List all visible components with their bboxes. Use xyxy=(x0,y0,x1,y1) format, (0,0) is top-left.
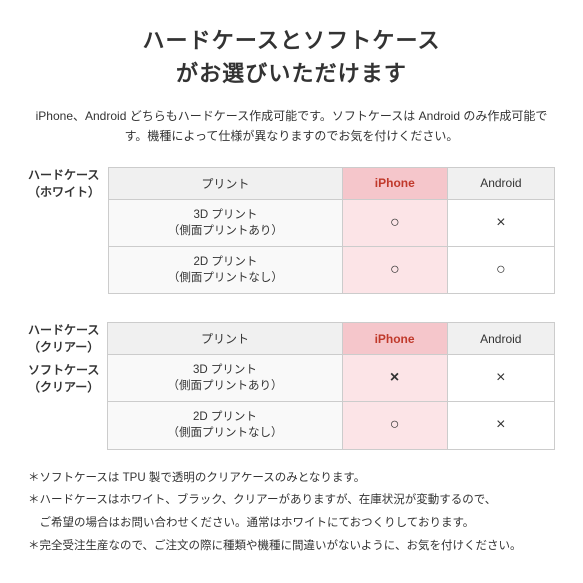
table1-col-android: Android xyxy=(447,167,554,199)
table2-row2-android: × xyxy=(447,402,554,449)
notes-section: ＊ソフトケースは TPU 製で透明のクリアケースのみとなります。 ＊ハードケース… xyxy=(28,468,555,557)
table2-col-iphone: iPhone xyxy=(342,323,447,355)
table-row: 2D プリント（側面プリントなし） ○ ○ xyxy=(109,246,555,293)
table1-row2-print: 2D プリント（側面プリントなし） xyxy=(109,246,343,293)
table2-row1-android: × xyxy=(447,355,554,402)
table2-row2-iphone: ○ xyxy=(342,402,447,449)
table1: プリント iPhone Android 3D プリント（側面プリントあり） ○ … xyxy=(108,167,555,294)
table-row: 3D プリント（側面プリントあり） ○ × xyxy=(109,199,555,246)
note-4: ＊完全受注生産なので、ご注文の際に種類や機種に間違いがないように、お気を付けくだ… xyxy=(28,536,555,557)
table1-col-print: プリント xyxy=(109,167,343,199)
page-title: ハードケースとソフトケース がお選びいただけます xyxy=(28,24,555,90)
description-text: iPhone、Android どちらもハードケース作成可能です。ソフトケースは … xyxy=(28,106,555,147)
table1-row1-iphone: ○ xyxy=(342,199,447,246)
table2: プリント iPhone Android 3D プリント（側面プリントあり） × … xyxy=(107,322,555,449)
table2-col-android: Android xyxy=(447,323,554,355)
table2-row1-iphone: × xyxy=(342,355,447,402)
note-3: ご希望の場合はお問い合わせください。通常はホワイトにておつくりしております。 xyxy=(28,513,555,534)
table2-col-print: プリント xyxy=(108,323,342,355)
table1-col-iphone: iPhone xyxy=(342,167,447,199)
table1-row2-iphone: ○ xyxy=(342,246,447,293)
table2-row-header: ハードケース （クリアー） ソフトケース （クリアー） xyxy=(28,322,107,395)
table1-row1-print: 3D プリント（側面プリントあり） xyxy=(109,199,343,246)
note-1: ＊ソフトケースは TPU 製で透明のクリアケースのみとなります。 xyxy=(28,468,555,489)
table1-row1-android: × xyxy=(447,199,554,246)
table1-section: ハードケース （ホワイト） プリント iPhone Android 3D プリン… xyxy=(28,167,555,294)
note-2: ＊ハードケースはホワイト、ブラック、クリアーがありますが、在庫状況が変動するので… xyxy=(28,490,555,511)
table1-row-header: ハードケース （ホワイト） xyxy=(28,167,108,201)
table2-row1-print: 3D プリント（側面プリントあり） xyxy=(108,355,342,402)
table2-section: ハードケース （クリアー） ソフトケース （クリアー） プリント iPhone … xyxy=(28,322,555,449)
table2-row2-print: 2D プリント（側面プリントなし） xyxy=(108,402,342,449)
table1-row2-android: ○ xyxy=(447,246,554,293)
table-row: 2D プリント（側面プリントなし） ○ × xyxy=(108,402,555,449)
table-row: 3D プリント（側面プリントあり） × × xyxy=(108,355,555,402)
